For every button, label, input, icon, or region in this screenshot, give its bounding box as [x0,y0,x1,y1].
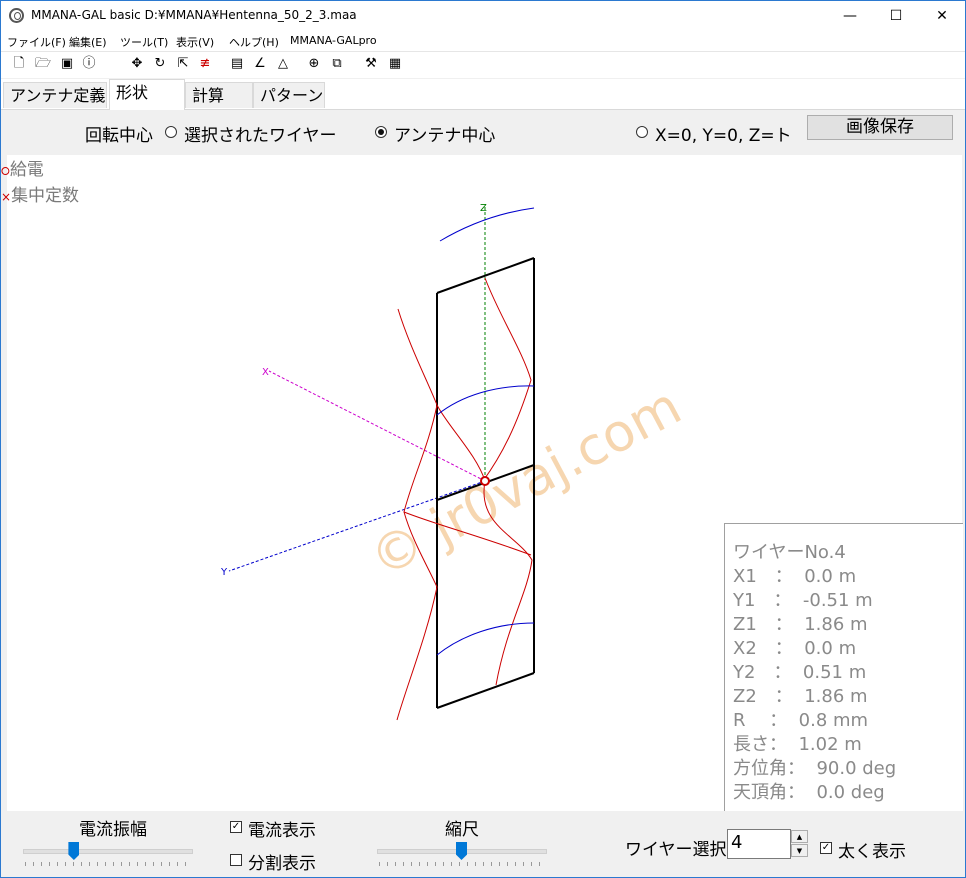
calculator-icon[interactable]: ▦ [387,56,403,72]
rotation-center-label: 回転中心 [85,126,153,146]
wire-info-z2: Z2 ： 1.86 m [733,686,868,707]
menu-tools[interactable]: ツール(T) [120,34,168,50]
scale-slider-thumb[interactable] [456,842,467,860]
current-curve-top [439,207,535,242]
rotation-options-bar: 回転中心 選択されたワイヤー アンテナ中心 X=0, Y=0, Z=ト 画像保存 [7,111,962,155]
tab-strip: アンテナ定義 形状 計算 パターン [1,79,965,110]
x-axis-line [268,370,486,482]
menu-bar: ファイル(F) 編集(E) ツール(T) 表示(V) ヘルプ(H) MMANA-… [1,31,965,52]
wire-select-input[interactable]: 4 [727,829,791,859]
tab-antenna-definition[interactable]: アンテナ定義 [3,82,107,108]
watermark: © jr0vaj.com [361,376,691,590]
app-icon[interactable] [9,8,24,23]
current-amplitude-slider-thumb[interactable] [68,842,80,860]
toolbar: 🗋 🗁 ▣ ⓘ ✥ ↻ ⇱ ≢ ▤ ∠ △ ⊕ ⧉ ⚒ ▦ [1,52,965,78]
y-axis-label: Y [220,567,228,578]
maximize-button[interactable]: ☐ [873,1,919,31]
window-title: MMANA-GAL basic D:¥MMANA¥Hentenna_50_2_3… [31,8,357,22]
current-curve-middle-upper [436,385,535,416]
tab-calculation[interactable]: 計算 [185,82,253,108]
radio-origin-label[interactable]: X=0, Y=0, Z=ト [655,121,792,146]
wire-info-y2: Y2 ： 0.51 m [733,662,867,683]
copy-icon[interactable]: ⧉ [329,56,345,72]
current-amplitude-track[interactable] [23,849,193,854]
tools-icon[interactable]: ⚒ [363,56,379,72]
geometry-panel: 回転中心 選択されたワイヤー アンテナ中心 X=0, Y=0, Z=ト 画像保存… [1,111,963,812]
wire-select-label: ワイヤー選択 [625,840,727,860]
radio-selected-wire-label[interactable]: 選択されたワイヤー [184,121,337,146]
wire-info-azimuth: 方位角： 90.0 deg [733,758,897,779]
z-axis-label: Z [480,203,487,214]
wire-select-up-button[interactable]: ▲ [791,830,808,843]
bold-display-label[interactable]: 太く表示 [838,837,906,862]
save-icon[interactable]: ▣ [59,56,75,72]
minimize-button[interactable]: — [827,1,873,31]
wire-bottom[interactable] [436,672,535,709]
bottom-controls: 電流振幅 ✓ 電流表示 分割表示 縮尺 ワイヤー選択 4 ▲ ▼ ✓ 太く表示 [1,811,965,877]
save-image-button[interactable]: 画像保存 [807,115,953,140]
new-file-icon[interactable]: 🗋 [11,56,27,72]
wire-info-x1: X1 ： 0.0 m [733,566,857,587]
show-current-checkbox[interactable]: ✓ [230,821,242,833]
scale-ticks [379,862,545,866]
close-button[interactable]: ✕ [919,1,965,31]
document-icon[interactable]: ▤ [229,56,245,72]
wire-info-y1: Y1 ： -0.51 m [733,590,873,611]
show-segments-checkbox[interactable] [230,854,242,866]
radio-antenna-center[interactable] [375,126,387,138]
open-folder-icon[interactable]: 🗁 [35,56,51,72]
feed-point-marker[interactable] [480,476,490,486]
zoom-icon[interactable]: ⇱ [175,56,191,72]
triangle-icon[interactable]: △ [275,56,291,72]
tab-pattern[interactable]: パターン [253,82,325,108]
title-bar: MMANA-GAL basic D:¥MMANA¥Hentenna_50_2_3… [1,1,965,31]
current-curve-upper-mid [436,404,486,482]
wire-info-x2: X2 ： 0.0 m [733,638,857,659]
menu-mmana-gal-pro[interactable]: MMANA-GALpro [290,34,377,47]
split-icon[interactable]: ≢ [197,56,213,72]
show-segments-label[interactable]: 分割表示 [248,849,316,874]
wire-info-radius: R ： 0.8 mm [733,710,869,731]
target-icon[interactable]: ⊕ [306,56,322,72]
bold-display-checkbox[interactable]: ✓ [820,842,832,854]
wire-select-down-button[interactable]: ▼ [791,844,808,857]
wire-info-z1: Z1 ： 1.86 m [733,614,868,635]
wire-info-box: ワイヤーNo.4 X1 ： 0.0 m Y1 ： -0.51 m Z1 ： 1.… [724,523,963,812]
wire-info-length: 長さ： 1.02 m [733,734,862,755]
radio-origin[interactable] [636,126,648,138]
menu-edit[interactable]: 編集(E) [69,34,107,50]
wire-info-zenith: 天頂角： 0.0 deg [733,782,885,803]
menu-help[interactable]: ヘルプ(H) [229,34,279,50]
tab-geometry[interactable]: 形状 [109,79,185,110]
scale-label: 縮尺 [445,820,479,840]
radio-antenna-center-label[interactable]: アンテナ中心 [394,121,495,146]
current-curve-bottom [436,622,535,656]
menu-view[interactable]: 表示(V) [176,34,214,50]
current-amplitude-ticks [25,862,191,866]
x-axis-label: X [262,367,269,378]
app-window: MMANA-GAL basic D:¥MMANA¥Hentenna_50_2_3… [0,0,966,878]
menu-file[interactable]: ファイル(F) [7,34,66,50]
info-icon[interactable]: ⓘ [81,56,97,72]
show-current-label[interactable]: 電流表示 [248,816,316,841]
rotate-icon[interactable]: ↻ [152,56,168,72]
current-amplitude-label: 電流振幅 [79,820,147,840]
chart-icon[interactable]: ∠ [252,56,268,72]
wire-info-title: ワイヤーNo.4 [733,542,846,563]
move-icon[interactable]: ✥ [129,56,145,72]
radio-selected-wire[interactable] [165,126,177,138]
